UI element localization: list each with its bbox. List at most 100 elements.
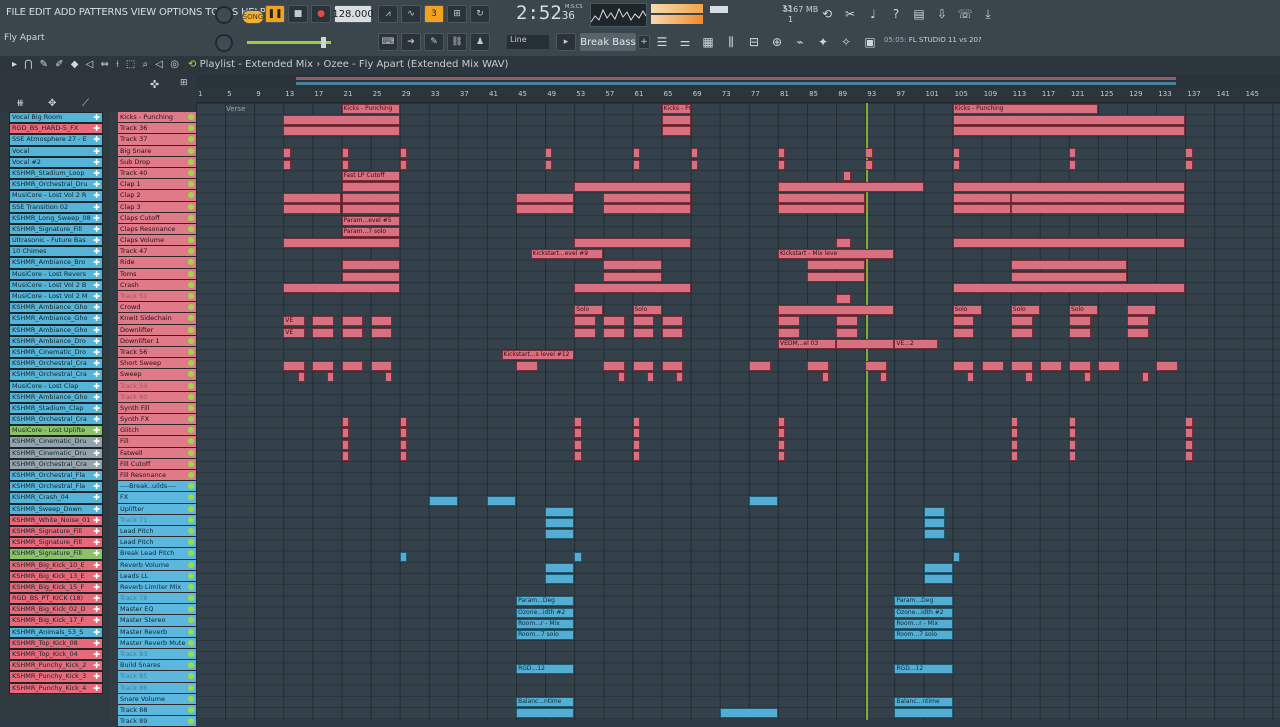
playlist-clip[interactable]	[952, 551, 960, 562]
playlist-clip[interactable]	[341, 159, 349, 170]
menu-file[interactable]: FILE	[6, 7, 26, 18]
track-mute-led[interactable]	[188, 460, 194, 467]
news-ticker[interactable]: 05:05: FL STUDIO 11 vs 20?	[884, 36, 982, 44]
playlist-clip[interactable]	[341, 417, 349, 428]
playlist-clip[interactable]	[778, 305, 895, 316]
playlist-clip[interactable]: Room...7 solo	[516, 630, 575, 640]
playlist-clip[interactable]	[312, 327, 335, 338]
slip-icon[interactable]: ⇔	[101, 59, 111, 70]
track-mute-led[interactable]	[188, 393, 194, 400]
playlist-clip[interactable]	[1039, 361, 1062, 372]
channel-item[interactable]: MusiCore - Lost Vol 2 M ✚	[9, 291, 103, 303]
render-button[interactable]: ⇩	[932, 4, 952, 24]
add-icon[interactable]: ✚	[93, 404, 100, 413]
track-mute-led[interactable]	[188, 326, 194, 333]
playlist-clip[interactable]	[516, 193, 575, 204]
playlist-clip[interactable]	[778, 428, 786, 439]
playback-icon[interactable]: ▸	[12, 59, 19, 70]
track-header[interactable]: Track 89	[118, 716, 196, 727]
track-mute-led[interactable]	[188, 382, 194, 389]
track-header[interactable]: Snare Volume	[118, 693, 196, 705]
channel-item[interactable]: KSHMR_Orchestral_Fla ✚	[9, 470, 103, 482]
playlist-clip[interactable]	[952, 159, 960, 170]
add-icon[interactable]: ✚	[93, 236, 100, 245]
playlist-clip[interactable]	[574, 238, 691, 248]
track-mute-led[interactable]	[188, 561, 194, 568]
track-mute-led[interactable]	[188, 181, 194, 188]
channel-rack-button[interactable]: ▦	[698, 32, 718, 52]
playlist-clip[interactable]	[545, 159, 553, 170]
track-mute-led[interactable]	[188, 606, 194, 613]
playlist-clip[interactable]	[283, 159, 291, 170]
track-header[interactable]: Claps Volume	[118, 235, 196, 247]
draw-tool-button[interactable]: ✎	[424, 33, 444, 51]
add-icon[interactable]: ✚	[93, 460, 100, 469]
playlist-clip[interactable]	[952, 148, 960, 159]
play-button[interactable]: ❚❚	[265, 5, 285, 23]
playlist-clip[interactable]	[952, 193, 1011, 204]
pin-icon[interactable]: ⟋	[82, 98, 89, 109]
playlist-clip[interactable]: Balanc...ntime	[894, 697, 953, 708]
playlist-clip[interactable]: Kicks - Punching	[661, 103, 691, 114]
add-icon[interactable]: ✚	[93, 326, 100, 335]
playlist-clip[interactable]: Solo	[952, 305, 982, 316]
track-header[interactable]: Master Stereo	[118, 615, 196, 627]
add-icon[interactable]: ✚	[93, 337, 100, 346]
add-icon[interactable]: ✚	[93, 493, 100, 502]
select-icon[interactable]: ⬚	[126, 59, 137, 70]
playlist-clip[interactable]	[821, 372, 829, 383]
playlist-clip[interactable]: Balanc...ntime	[516, 697, 575, 708]
pattern-selector[interactable]: Break Bass	[580, 33, 636, 51]
channel-item[interactable]: KSHMR_Cinematic_Dru ✚	[9, 447, 103, 459]
playlist-clip[interactable]	[1141, 372, 1150, 383]
mixer-button[interactable]: ⚌	[675, 32, 695, 52]
channel-item[interactable]: KSHMR_Orchestral_Cra ✚	[9, 369, 103, 381]
main-volume-knob[interactable]	[215, 6, 233, 24]
track-header[interactable]: Break Lead Pitch	[118, 548, 196, 560]
playlist-clip[interactable]: VE	[283, 316, 306, 327]
scroll-icon[interactable]: ✜	[150, 78, 159, 91]
playhead[interactable]	[866, 103, 868, 720]
playlist-clip[interactable]: Room...r - Mix	[894, 618, 953, 629]
channel-item[interactable]: KSHMR_Signature_Fill ✚	[9, 223, 103, 236]
track-header[interactable]: Ride	[118, 257, 196, 269]
playlist-clip[interactable]	[574, 439, 582, 450]
playlist-clip[interactable]: Param...7 solo	[341, 226, 400, 237]
playlist-clip[interactable]	[370, 316, 393, 327]
track-mute-led[interactable]	[188, 483, 194, 490]
playlist-clip[interactable]	[1069, 327, 1091, 338]
playlist-clip[interactable]	[661, 316, 684, 327]
channel-item[interactable]: MusiCore - Lost Revers ✚	[9, 268, 103, 280]
track-header[interactable]: Track 60	[118, 391, 196, 403]
playback-tool-icon[interactable]: ◁	[155, 59, 165, 70]
track-header[interactable]: Toms	[118, 268, 196, 280]
playlist-clip[interactable]	[399, 450, 407, 461]
track-header[interactable]: Knwit Sidechain	[118, 313, 196, 325]
track-header[interactable]: Sweep	[118, 369, 196, 381]
playlist-clip[interactable]	[1010, 428, 1019, 439]
track-header[interactable]: Build Snares	[118, 660, 196, 672]
menu-add[interactable]: ADD	[54, 7, 76, 18]
playlist-clip[interactable]	[1010, 316, 1033, 327]
track-header[interactable]: Track 51	[118, 291, 196, 303]
track-mute-led[interactable]	[188, 505, 194, 512]
track-mute-led[interactable]	[188, 203, 194, 210]
piano-roll-button[interactable]: ⫼	[721, 32, 741, 52]
track-header[interactable]: Clap 1	[118, 179, 196, 191]
chat-button[interactable]: ☏	[955, 4, 975, 24]
playlist-clip[interactable]	[632, 439, 640, 450]
channel-item[interactable]: KSHMR_Ambiance_Bro ✚	[9, 257, 103, 269]
playlist-clip[interactable]	[341, 439, 349, 450]
playlist-overview[interactable]	[196, 74, 1280, 88]
channel-item[interactable]: KSHMR_Ambiance_Gho ✚	[9, 324, 103, 336]
track-mute-led[interactable]	[188, 304, 194, 311]
add-icon[interactable]: ✚	[93, 270, 100, 279]
playlist-clip[interactable]	[952, 327, 975, 338]
track-header[interactable]: Track 86	[118, 682, 196, 694]
cut-button[interactable]: ✂	[840, 4, 860, 24]
playlist-clip[interactable]	[647, 372, 655, 383]
playlist-clip[interactable]	[574, 282, 691, 293]
timeline-ruler[interactable]: 1 5 9 13 17 21 25 29 33 37 41 45 49 53 57 61 65 69 73 77 81 8…	[196, 88, 1280, 103]
track-header[interactable]: Fill Resonance	[118, 470, 196, 482]
playlist-clip[interactable]	[574, 450, 582, 461]
